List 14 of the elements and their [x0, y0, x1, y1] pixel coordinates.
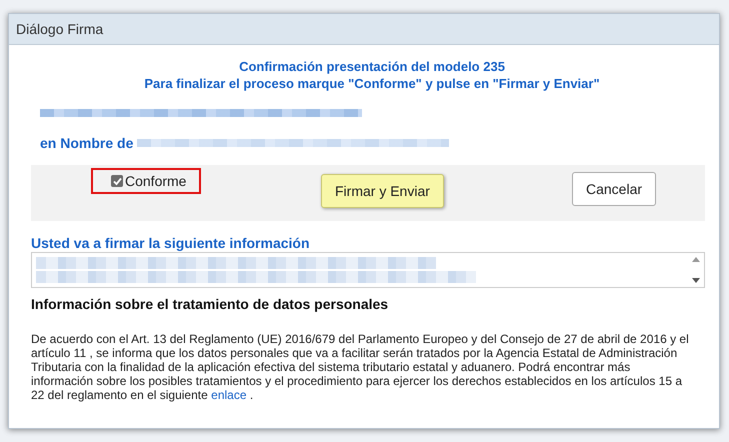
privacy-paragraph: De acuerdo con el Art. 13 del Reglamento (UE) 2016/679 del Parlamento Europeo y del Consejo de 27 de abril de 2016 y el artículo 11 , se informa que los datos personales que va a facilitar serán tratados por la Agencia Estatal de Administración Tributaria con la finalidad de la aplicación efectiva del sistema tributario estatal y aduanero. Podrá encontrar más información sobre los posibles tratamientos y el procedimiento para ejercer los derechos establecidos en los artículos 15 a 22 del reglamento en el siguiente enlace .: [31, 332, 690, 402]
confirmation-heading: Confirmación presentación del modelo 235: [239, 59, 505, 74]
checkbox-icon[interactable]: [111, 175, 123, 187]
privacy-title: Información sobre el tratamiento de datos personales: [31, 296, 390, 312]
scroll-up-icon[interactable]: [692, 257, 700, 262]
on-behalf-label: en Nombre de: [40, 135, 134, 151]
window-title: Diálogo Firma: [9, 14, 719, 45]
instruction-heading: Para finalizar el proceso marque "Conforme" y pulse en "Firmar y Enviar": [144, 76, 600, 91]
sign-info-label: Usted va a firmar la siguiente información: [31, 235, 311, 251]
scroll-down-icon[interactable]: [692, 278, 700, 283]
agree-checkbox[interactable]: Conforme: [91, 168, 201, 194]
cancel-button[interactable]: Cancelar: [572, 172, 656, 206]
privacy-link[interactable]: enlace: [211, 388, 247, 402]
sign-and-send-button[interactable]: Firmar y Enviar: [321, 174, 444, 208]
